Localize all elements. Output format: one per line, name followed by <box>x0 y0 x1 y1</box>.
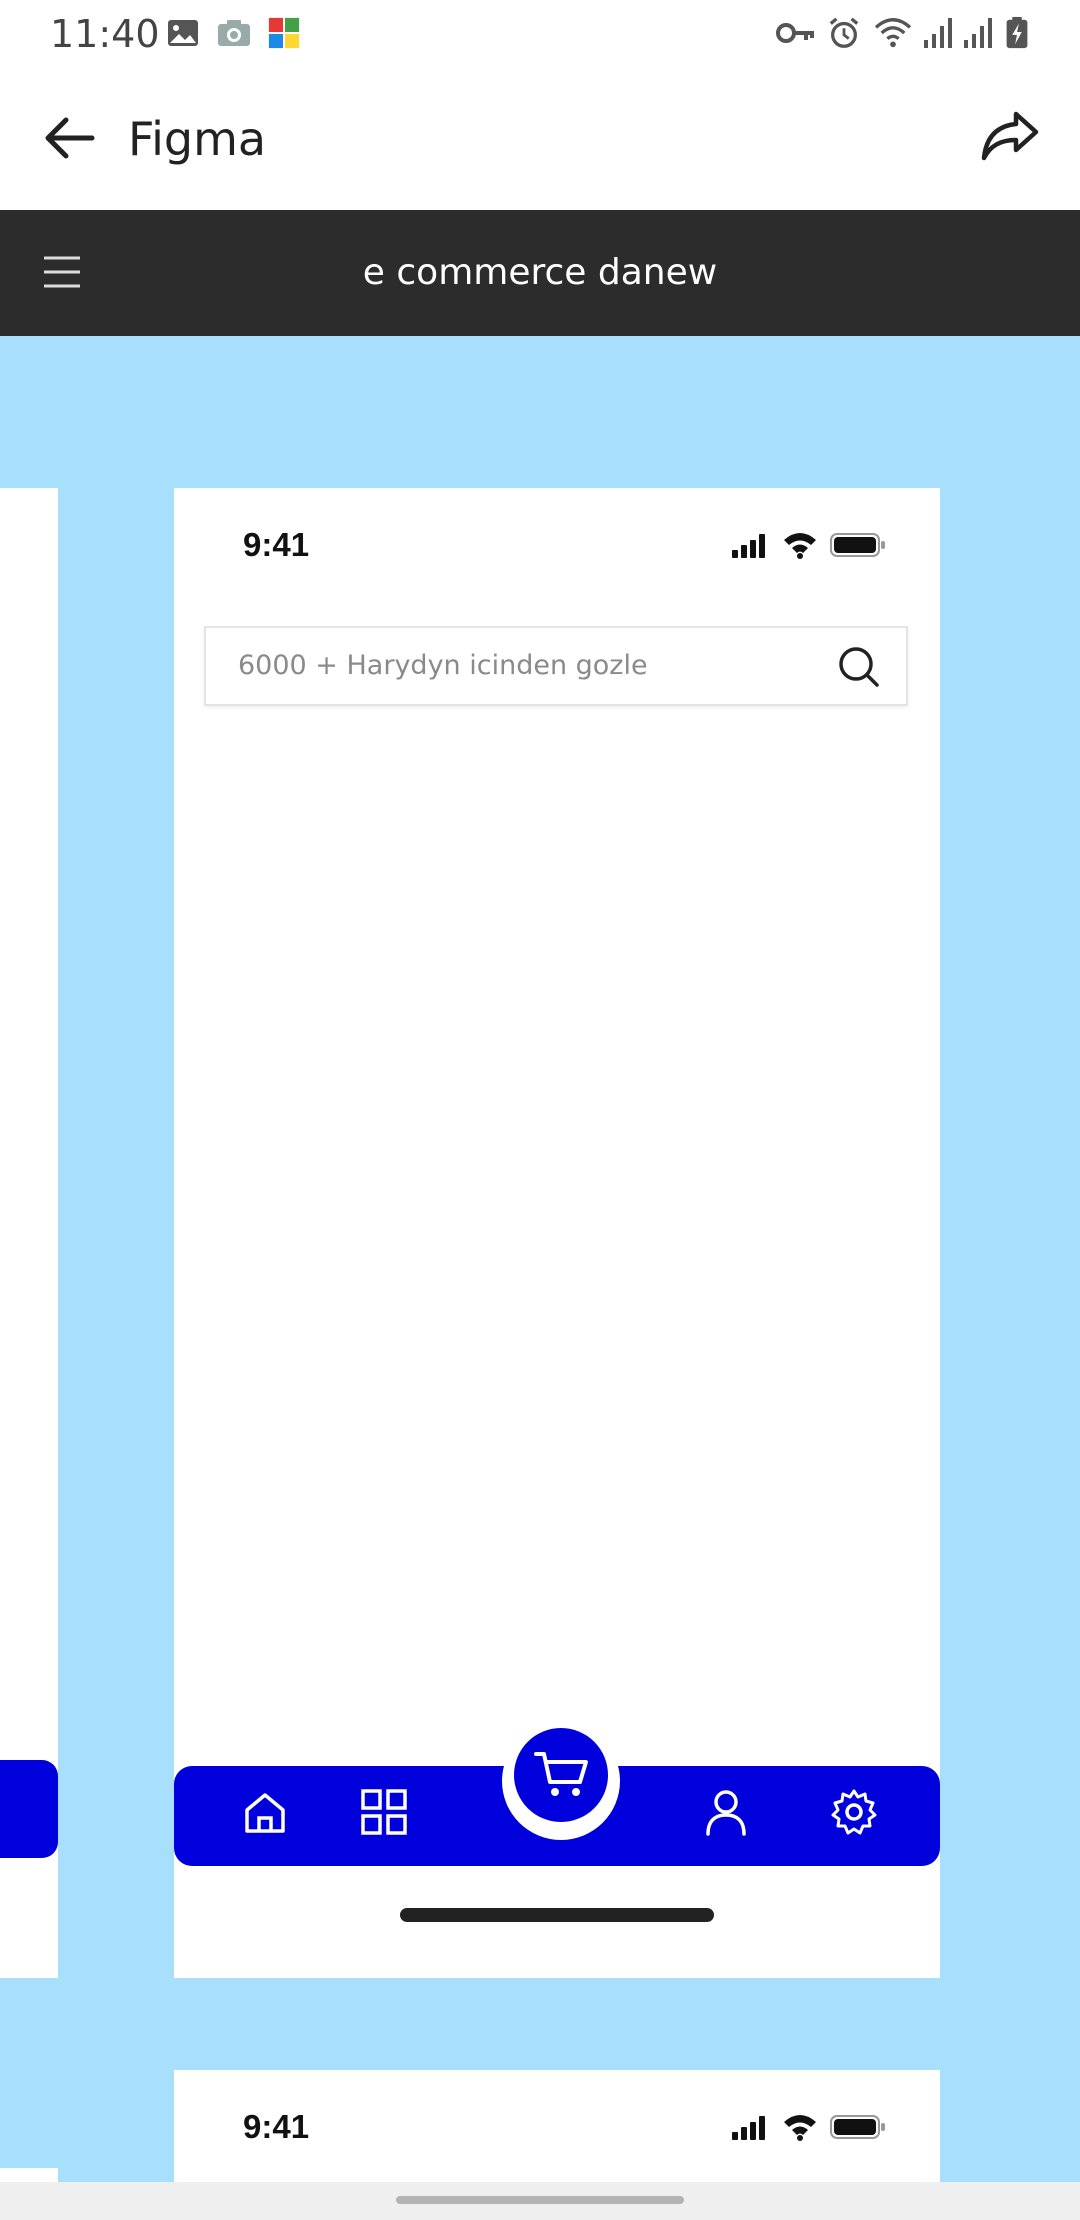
back-arrow-icon[interactable] <box>40 114 96 162</box>
screen: 11:40 Figma e commerce danew 9:41 6000 +… <box>0 0 1080 2220</box>
app-title: Figma <box>128 112 267 166</box>
user-icon[interactable] <box>704 1788 748 1836</box>
search-placeholder: 6000 + Harydyn icinden gozle <box>238 650 648 681</box>
left-frame-navbar <box>0 1760 58 1858</box>
vpn-key-icon <box>776 23 814 43</box>
next-frame-battery-icon <box>830 2115 885 2139</box>
signal-icon <box>964 18 992 48</box>
next-frame-signal-icon <box>732 2116 765 2140</box>
frame-home-indicator <box>400 1908 714 1922</box>
left-frame-partial[interactable] <box>0 488 58 1978</box>
home-icon[interactable] <box>242 1790 288 1836</box>
next-frame-status-time: 9:41 <box>243 2108 310 2145</box>
camera-icon <box>218 20 250 46</box>
image-icon <box>168 20 198 46</box>
puzzle-app-icon <box>268 17 300 49</box>
alarm-icon <box>829 17 859 48</box>
system-time: 11:40 <box>50 12 160 56</box>
search-input[interactable]: 6000 + Harydyn icinden gozle <box>204 626 908 706</box>
share-icon[interactable] <box>980 108 1040 164</box>
signal-icon <box>924 18 952 48</box>
frame-wifi-icon <box>784 533 816 559</box>
cart-icon <box>534 1752 588 1796</box>
file-name: e commerce danew <box>362 252 718 293</box>
system-status-bar: 11:40 <box>0 0 1080 68</box>
figma-toolbar: e commerce danew <box>0 210 1080 336</box>
frame-battery-icon <box>830 533 885 557</box>
cart-button[interactable] <box>514 1728 608 1822</box>
app-bar: Figma <box>0 68 1080 210</box>
frame-signal-icon <box>732 534 765 558</box>
grid-icon[interactable] <box>360 1788 408 1836</box>
settings-icon[interactable] <box>830 1788 878 1836</box>
system-gesture-handle[interactable] <box>396 2196 684 2204</box>
battery-charging-icon <box>1006 16 1028 49</box>
wifi-icon <box>874 18 912 48</box>
frame-status-time: 9:41 <box>243 526 310 563</box>
search-icon[interactable] <box>838 646 880 688</box>
next-frame-wifi-icon <box>784 2115 816 2141</box>
